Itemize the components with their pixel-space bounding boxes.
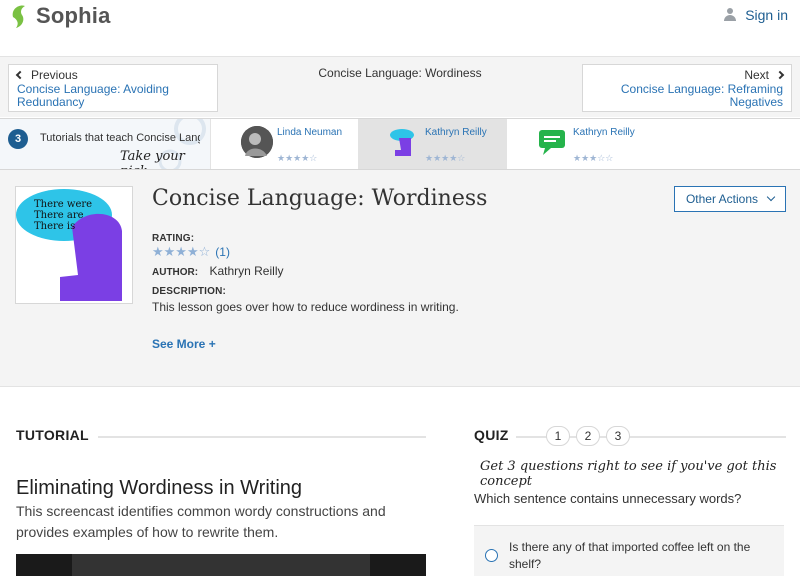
next-label: Next — [744, 68, 769, 82]
radio-button[interactable] — [485, 549, 498, 562]
sophia-logo[interactable]: Sophia — [10, 2, 111, 30]
previous-label: Previous — [31, 68, 78, 82]
next-lesson-title: Concise Language: Reframing Negatives — [620, 82, 783, 109]
lesson-navigation: Previous Concise Language: Avoiding Redu… — [0, 57, 800, 117]
previous-lesson-title: Concise Language: Avoiding Redundancy — [17, 82, 169, 109]
lesson-overview: There were There are There is Concise La… — [0, 170, 800, 387]
chevron-right-icon — [775, 70, 785, 80]
quiz-question-1[interactable]: 1 — [546, 426, 570, 446]
description-label: DESCRIPTION: — [152, 286, 227, 297]
tutorial-heading: TUTORIAL — [16, 427, 89, 443]
quiz-hint: Get 3 questions right to see if you've g… — [480, 459, 777, 489]
other-actions-dropdown[interactable]: Other Actions — [674, 186, 786, 212]
quiz-question-2[interactable]: 2 — [576, 426, 600, 446]
see-more-link[interactable]: See More + — [152, 337, 216, 351]
tutorial-description: This screencast identifies common wordy … — [16, 503, 386, 540]
take-your-pick-label: Take your pick: — [120, 149, 185, 169]
rating-count: (1) — [215, 245, 230, 259]
lesson-rating[interactable]: ★★★★☆ (1) — [152, 244, 230, 260]
quiz-answer-option[interactable]: Is there any of that imported coffee lef… — [474, 525, 784, 576]
tutorial-count-badge: 3 — [8, 129, 28, 149]
tutorials-strip-intro: 3 Tutorials that teach Concise Language:… — [0, 119, 210, 169]
rating-stars: ★★★★☆ — [152, 244, 211, 259]
sophia-logo-icon — [10, 3, 30, 29]
tutor-name: Linda Neuman — [277, 127, 343, 138]
chevron-down-icon — [766, 192, 776, 202]
previous-lesson-link[interactable]: Previous Concise Language: Avoiding Redu… — [8, 64, 218, 112]
tutorials-strip-label: Tutorials that teach Concise Language: W… — [40, 132, 200, 144]
quiz-question-text: Which sentence contains unnecessary word… — [474, 491, 742, 506]
tutor-rating-stars: ★★★★☆ — [425, 153, 466, 163]
tutor-rating-stars: ★★★★☆ — [277, 153, 318, 163]
other-actions-label: Other Actions — [685, 192, 759, 206]
tutor-card-kathryn-reilly-2[interactable]: Kathryn Reilly ★★★☆☆ — [506, 119, 654, 169]
sign-in-link[interactable]: Sign in — [723, 7, 788, 23]
tutor-card-linda-neuman[interactable]: Linda Neuman ★★★★☆ — [210, 119, 358, 169]
rating-label: RATING: — [152, 233, 195, 244]
author-row: AUTHOR: Kathryn Reilly — [152, 264, 283, 278]
lesson-description: This lesson goes over how to reduce word… — [152, 300, 459, 314]
thumb-text-line: There are — [34, 210, 84, 221]
video-frame — [72, 554, 370, 576]
video-player[interactable] — [16, 554, 426, 576]
lesson-title: Concise Language: Wordiness — [152, 186, 488, 211]
avatar — [389, 126, 421, 158]
avatar — [241, 126, 273, 158]
lesson-thumbnail: There were There are There is — [15, 186, 133, 304]
answer-text: Is there any of that imported coffee lef… — [509, 540, 751, 571]
sign-in-label: Sign in — [745, 7, 788, 23]
brand-name: Sophia — [36, 3, 111, 28]
tutorial-divider — [98, 436, 426, 438]
thumb-text-line: There were — [34, 199, 93, 210]
author-label: AUTHOR: — [152, 267, 199, 278]
tutor-card-kathryn-reilly-1[interactable]: Kathryn Reilly ★★★★☆ — [358, 119, 506, 169]
quiz-question-3[interactable]: 3 — [606, 426, 630, 446]
user-icon — [723, 8, 737, 22]
author-name: Kathryn Reilly — [209, 264, 284, 278]
tutor-rating-stars: ★★★☆☆ — [573, 153, 614, 163]
tutorial-title: Eliminating Wordiness in Writing — [16, 477, 303, 499]
chevron-left-icon — [15, 70, 25, 80]
avatar — [537, 126, 569, 158]
quiz-heading: QUIZ — [474, 427, 509, 443]
thumb-text-line: There is — [34, 221, 76, 232]
tutorials-strip: 3 Tutorials that teach Concise Language:… — [0, 118, 800, 170]
tutor-name: Kathryn Reilly — [573, 127, 635, 138]
top-header: Sophia Sign in — [0, 0, 800, 57]
tutor-name: Kathryn Reilly — [425, 127, 487, 138]
current-lesson-title: Concise Language: Wordiness — [318, 66, 482, 80]
next-lesson-link[interactable]: Next Concise Language: Reframing Negativ… — [582, 64, 792, 112]
